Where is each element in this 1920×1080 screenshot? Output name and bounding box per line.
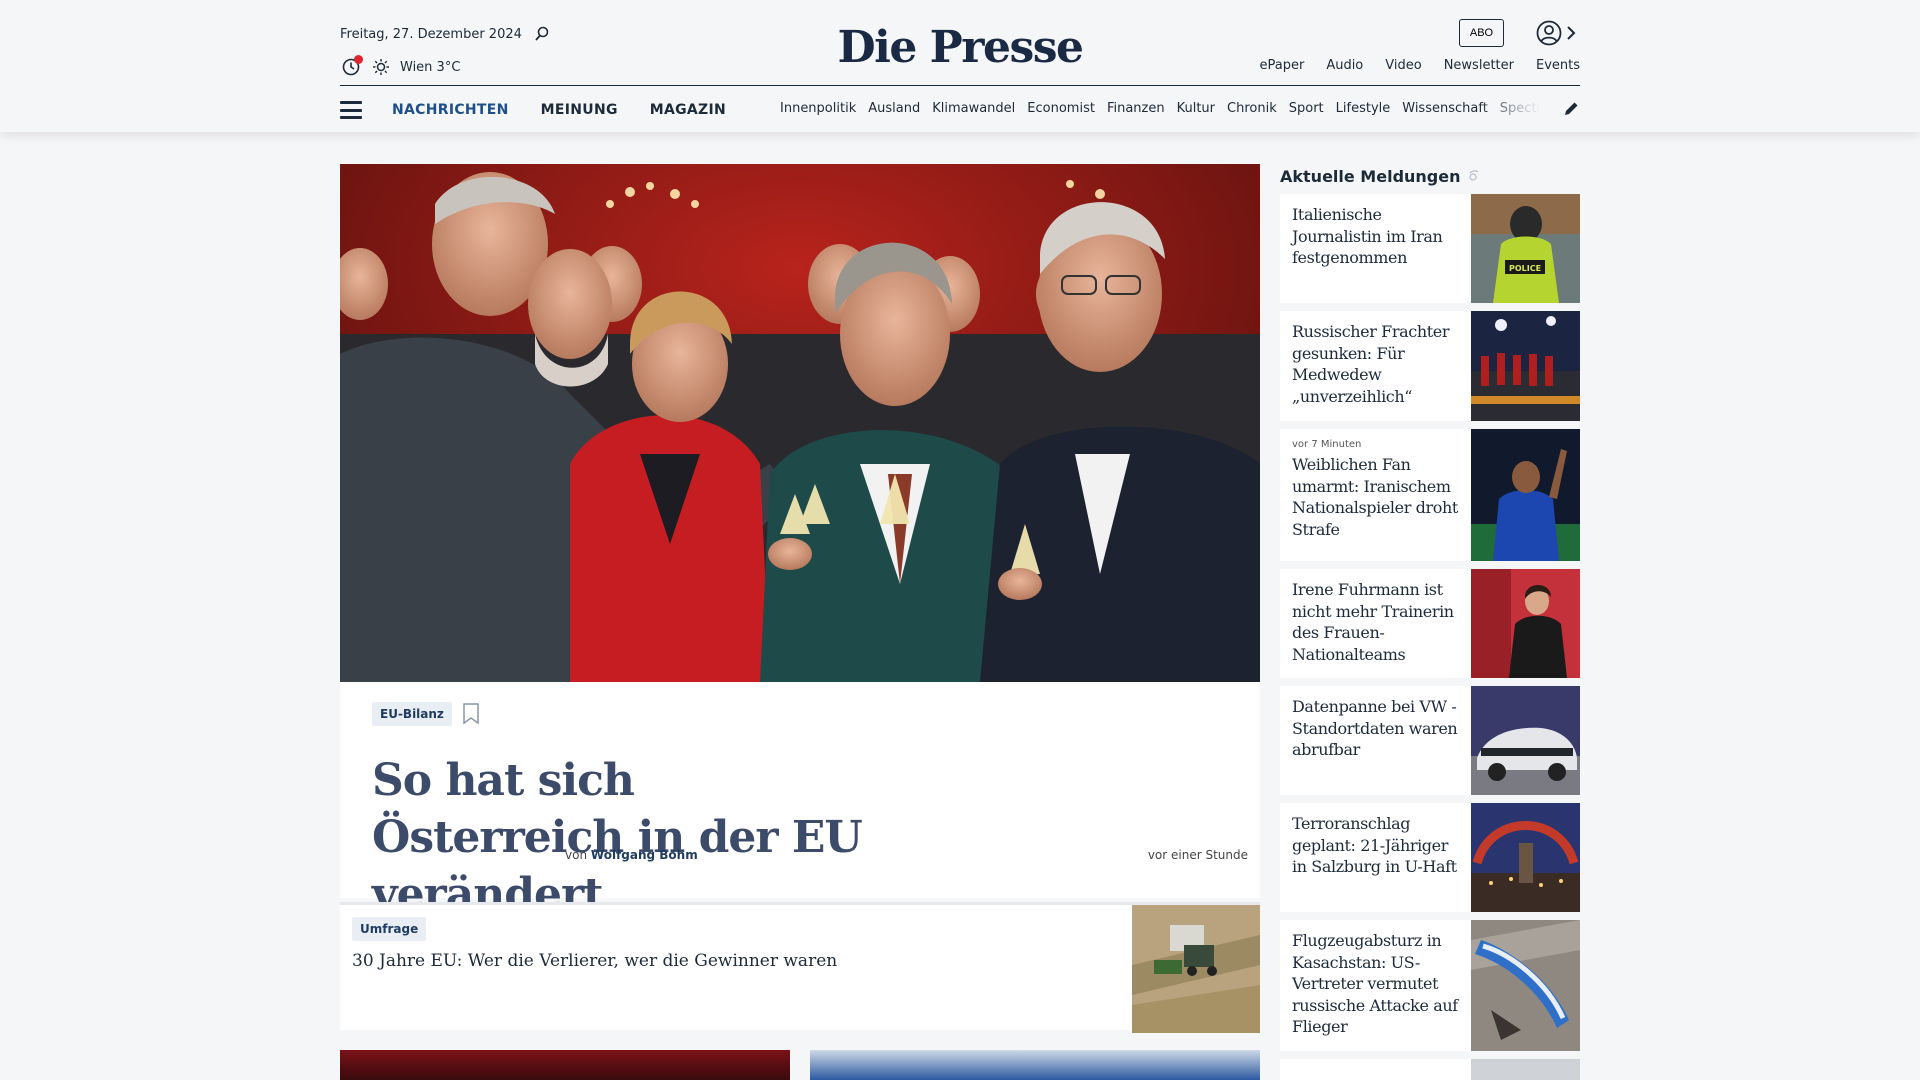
news-title[interactable]: Datenpanne bei VW - Standortdaten waren … (1292, 696, 1462, 761)
news-timestamp: vor 7 Minuten (1292, 439, 1362, 450)
news-text: Terroranschlag geplant: 21-Jähriger in S… (1292, 813, 1462, 878)
news-thumbnail[interactable] (1471, 686, 1580, 795)
news-text: Irene Fuhrmann ist nicht mehr Trainerin … (1292, 579, 1462, 665)
main-nav: NACHRICHTEN MEINUNG MAGAZIN Innenpolitik… (340, 96, 1580, 124)
news-thumbnail[interactable] (1471, 429, 1580, 561)
latest-news-sidebar: Aktuelle Meldungen Italienische Journali… (1280, 164, 1580, 1080)
news-thumbnail[interactable]: POLICE (1471, 194, 1580, 303)
teaser-headline[interactable]: 30 Jahre EU: Wer die Verlierer, wer die … (352, 951, 837, 971)
section-wissenschaft[interactable]: Wissenschaft (1402, 101, 1488, 116)
nav-meinung[interactable]: MEINUNG (541, 102, 618, 118)
byline: von Wolfgang Böhm (565, 848, 698, 862)
news-item[interactable]: Italienische Journalistin im Iran festge… (1280, 194, 1580, 303)
article-card-image[interactable] (340, 1050, 790, 1080)
section-chronik[interactable]: Chronik (1227, 101, 1277, 116)
news-title[interactable]: Terroranschlag geplant: 21-Jähriger in S… (1292, 813, 1462, 878)
utility-nav: ePaper Audio Video Newsletter Events (1259, 58, 1580, 73)
header-inner: Freitag, 27. Dezember 2024 Wien 3°C Die … (340, 0, 1580, 132)
news-text: Italienische Journalistin im Iran festge… (1292, 204, 1462, 269)
news-thumbnail[interactable] (1471, 569, 1580, 678)
news-item[interactable]: Flugzeugabsturz in Kasachstan: US-Vertre… (1280, 920, 1580, 1051)
article-card-image[interactable] (810, 1050, 1260, 1080)
news-item[interactable]: Datenpanne bei VW - Standortdaten waren … (1280, 686, 1580, 795)
hero-headline[interactable]: So hat sich Österreich in der EU verände… (372, 752, 892, 923)
section-spectrum[interactable]: Spectrum (1500, 101, 1540, 116)
section-ausland[interactable]: Ausland (868, 101, 920, 116)
news-text: Datenpanne bei VW - Standortdaten waren … (1292, 696, 1462, 761)
section-nav: Innenpolitik Ausland Klimawandel Economi… (780, 101, 1540, 116)
primary-nav: NACHRICHTEN MEINUNG MAGAZIN (392, 102, 726, 118)
more-articles (340, 1050, 1260, 1080)
news-thumbnail[interactable] (1471, 803, 1580, 912)
news-title[interactable]: Russischer Frachter gesunken: Für Medwed… (1292, 321, 1462, 407)
chevron-right-icon[interactable] (1566, 26, 1576, 40)
hero-timestamp: vor einer Stunde (1147, 848, 1248, 862)
user-icon[interactable] (1536, 20, 1562, 46)
hero-image[interactable] (340, 164, 1260, 682)
news-title[interactable]: Flugzeugabsturz in Kasachstan: US-Vertre… (1292, 930, 1462, 1038)
section-klimawandel[interactable]: Klimawandel (932, 101, 1015, 116)
news-item[interactable]: Terroranschlag geplant: 21-Jähriger in S… (1280, 803, 1580, 912)
news-thumbnail[interactable] (1471, 1059, 1580, 1080)
news-thumbnail[interactable] (1471, 311, 1580, 421)
site-header: Freitag, 27. Dezember 2024 Wien 3°C Die … (0, 0, 1920, 132)
teaser-thumbnail[interactable] (1132, 905, 1260, 1033)
news-text: Russischer Frachter gesunken: Für Medwed… (1292, 321, 1462, 407)
abo-button[interactable]: ABO (1459, 19, 1504, 47)
section-kultur[interactable]: Kultur (1177, 101, 1215, 116)
news-text: vor 7 Minuten Weiblichen Fan umarmt: Ira… (1292, 439, 1462, 540)
section-economist[interactable]: Economist (1027, 101, 1095, 116)
byline-prefix: von (565, 848, 588, 862)
news-thumbnail[interactable] (1471, 920, 1580, 1051)
nav-video[interactable]: Video (1385, 58, 1421, 73)
news-title[interactable]: Irene Fuhrmann ist nicht mehr Trainerin … (1292, 579, 1462, 665)
hero-tag[interactable]: EU-Bilanz (372, 702, 452, 726)
section-finanzen[interactable]: Finanzen (1107, 101, 1165, 116)
section-sport[interactable]: Sport (1289, 101, 1324, 116)
hero-meta: EU-Bilanz (372, 702, 480, 726)
teaser-article[interactable]: Umfrage 30 Jahre EU: Wer die Verlierer, … (340, 902, 1260, 1033)
nav-newsletter[interactable]: Newsletter (1444, 58, 1514, 73)
nav-nachrichten[interactable]: NACHRICHTEN (392, 102, 509, 118)
teaser-tag[interactable]: Umfrage (352, 917, 427, 941)
nav-magazin[interactable]: MAGAZIN (650, 102, 726, 118)
account-menu[interactable] (1536, 18, 1576, 48)
news-item[interactable]: Russischer Frachter gesunken: Für Medwed… (1280, 311, 1580, 421)
live-icon (1467, 169, 1481, 183)
sidebar-heading: Aktuelle Meldungen (1280, 164, 1580, 188)
nav-audio[interactable]: Audio (1326, 58, 1363, 73)
hero-article[interactable]: EU-Bilanz So hat sich Österreich in der … (340, 164, 1260, 920)
nav-events[interactable]: Events (1536, 58, 1580, 73)
news-title[interactable]: Weiblichen Fan umarmt: Iranischem Nation… (1292, 454, 1462, 540)
nav-epaper[interactable]: ePaper (1259, 58, 1304, 73)
police-label: POLICE (1509, 264, 1541, 273)
news-item[interactable]: vor 7 Minuten Weiblichen Fan umarmt: Ira… (1280, 429, 1580, 561)
news-title[interactable]: Italienische Journalistin im Iran festge… (1292, 204, 1462, 269)
sidebar-title[interactable]: Aktuelle Meldungen (1280, 167, 1461, 186)
hamburger-menu-icon[interactable] (340, 101, 362, 119)
news-item[interactable] (1280, 1059, 1580, 1080)
header-divider (340, 85, 1580, 86)
news-text: Flugzeugabsturz in Kasachstan: US-Vertre… (1292, 930, 1462, 1038)
bookmark-icon[interactable] (462, 703, 480, 725)
section-innenpolitik[interactable]: Innenpolitik (780, 101, 856, 116)
news-item[interactable]: Irene Fuhrmann ist nicht mehr Trainerin … (1280, 569, 1580, 678)
section-lifestyle[interactable]: Lifestyle (1336, 101, 1391, 116)
author-link[interactable]: Wolfgang Böhm (591, 848, 698, 862)
pencil-icon[interactable] (1562, 100, 1580, 118)
